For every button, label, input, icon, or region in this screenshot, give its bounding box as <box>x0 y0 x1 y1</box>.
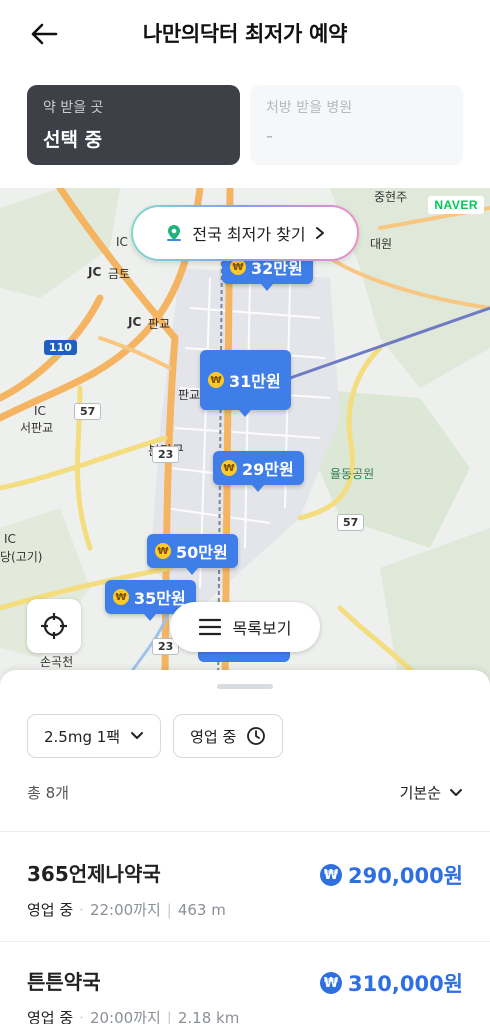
won-coin-icon: ₩ <box>208 372 224 388</box>
filter-chips: 2.5mg 1팩 영업 중 <box>27 714 284 758</box>
map-label-songokcheon: 손곡천 <box>40 655 74 669</box>
price-pin-label: 31만원 <box>229 372 281 391</box>
pickup-label: 약 받을 곳 <box>43 100 104 116</box>
sort-label: 기본순 <box>399 784 441 802</box>
hospital-label: 처방 받을 병원 <box>266 100 353 116</box>
ic-marker-2: IC <box>34 404 46 418</box>
jc-marker-2: JC <box>128 315 142 329</box>
pharmacy-status: 영업 중 <box>27 1009 74 1024</box>
pharmacy-price-value: 290,000원 <box>348 864 463 888</box>
meta-separator: | <box>166 1008 172 1024</box>
sheet-drag-handle[interactable] <box>217 684 273 689</box>
list-view-label: 목록보기 <box>232 619 292 638</box>
pharmacy-price: ₩ 290,000원 <box>320 860 463 890</box>
divider <box>0 831 490 832</box>
pharmacy-price-value: 310,000원 <box>348 972 463 996</box>
page-title: 나만의닥터 최저가 예약 <box>142 22 348 46</box>
chevron-right-icon <box>315 227 324 239</box>
road-badge-57-east: 57 <box>337 514 365 531</box>
price-pin[interactable]: ₩ 31만원 <box>200 350 291 417</box>
app-screen: 나만의닥터 최저가 예약 약 받을 곳 선택 중 처방 받을 병원 - NAVE… <box>0 0 490 1024</box>
won-coin-icon: ₩ <box>155 543 171 559</box>
won-coin-icon: ₩ <box>113 589 129 605</box>
location-selectors: 약 받을 곳 선택 중 처방 받을 병원 - <box>27 85 463 165</box>
won-icon: ₩ <box>320 864 343 886</box>
pharmacy-meta: 영업 중 · 22:00까지 | 463 m <box>27 899 463 920</box>
map-label-pangyo: 판교 <box>148 317 171 331</box>
road-badge-110: 110 <box>44 340 77 355</box>
pharmacy-hours: 20:00까지 <box>89 1009 161 1024</box>
dosage-filter-label: 2.5mg 1팩 <box>44 727 121 746</box>
price-pin-label: 29만원 <box>242 460 294 479</box>
pharmacy-list-item[interactable]: 365언제나약국 영업 중 · 22:00까지 | 463 m ₩ 290,00… <box>27 858 463 920</box>
crosshair-icon <box>41 613 67 639</box>
map-label-seopangyo: 서판교 <box>20 421 54 435</box>
pharmacy-distance: 2.18 km <box>177 1008 240 1024</box>
current-location-button[interactable] <box>27 599 81 653</box>
map-label-geumto: 금토 <box>108 267 131 281</box>
naver-logo: NAVER <box>428 196 484 214</box>
map-label-daewon: 대원 <box>370 237 393 251</box>
divider <box>0 941 490 942</box>
ic-marker: IC <box>116 235 128 249</box>
meta-separator: · <box>79 900 84 919</box>
back-button[interactable] <box>26 16 62 52</box>
prescription-hospital-card[interactable]: 처방 받을 병원 - <box>250 85 463 165</box>
map-view[interactable]: NAVER IC JC 금토 JC 판교 판교 IC 서판교 분당구 율동공원 … <box>0 188 490 688</box>
pharmacy-distance: 463 m <box>177 900 226 919</box>
result-count: 총 8개 <box>27 784 69 802</box>
pickup-location-card[interactable]: 약 받을 곳 선택 중 <box>27 85 240 165</box>
header: 나만의닥터 최저가 예약 <box>0 0 490 66</box>
arrow-left-icon <box>31 23 58 45</box>
map-label-junghyeon: 중현주 <box>374 190 408 204</box>
meta-separator: | <box>166 900 172 919</box>
map-pin-icon <box>167 225 182 241</box>
sort-dropdown[interactable]: 기본순 <box>400 782 463 803</box>
won-coin-icon: ₩ <box>221 460 237 476</box>
search-nationwide-button[interactable]: 전국 최저가 찾기 <box>131 205 359 261</box>
dosage-filter-dropdown[interactable]: 2.5mg 1팩 <box>27 714 162 758</box>
search-nationwide-inner: 전국 최저가 찾기 <box>133 207 357 259</box>
meta-separator: · <box>79 1008 84 1024</box>
search-nationwide-label: 전국 최저가 찾기 <box>192 225 306 244</box>
ic-marker-3: IC <box>4 532 16 546</box>
map-label-dang-gogi: 당(고기) <box>0 550 43 564</box>
result-summary: 총 8개 기본순 <box>27 782 463 803</box>
list-view-button[interactable]: 목록보기 <box>170 602 320 652</box>
pharmacy-list-item[interactable]: 튼튼약국 영업 중 · 20:00까지 | 2.18 km ₩ 310,000원 <box>27 966 463 1024</box>
open-now-filter[interactable]: 영업 중 <box>173 714 284 758</box>
clock-icon <box>247 727 266 745</box>
open-now-label: 영업 중 <box>190 727 237 746</box>
price-pin[interactable]: ₩ 29만원 <box>213 451 304 492</box>
bottom-sheet: 2.5mg 1팩 영업 중 총 8개 기본순 365언제나약국 영업 중 · 2… <box>0 670 490 1024</box>
road-badge-57: 57 <box>74 403 102 420</box>
pharmacy-status: 영업 중 <box>27 901 74 919</box>
jc-marker: JC <box>88 265 102 279</box>
won-coin-icon: ₩ <box>230 259 246 275</box>
price-pin-label: 35만원 <box>134 589 186 608</box>
pharmacy-price: ₩ 310,000원 <box>320 968 463 998</box>
pharmacy-hours: 22:00까지 <box>89 901 161 919</box>
pharmacy-meta: 영업 중 · 20:00까지 | 2.18 km <box>27 1007 463 1024</box>
menu-list-icon <box>198 618 221 636</box>
price-pin[interactable]: ₩ 50만원 <box>147 534 238 575</box>
hospital-value: - <box>266 125 273 147</box>
price-pin-label: 50만원 <box>176 543 228 562</box>
chevron-down-icon <box>450 788 462 796</box>
road-badge-23: 23 <box>152 446 180 463</box>
map-label-pangyo-station: 판교 <box>178 388 201 402</box>
won-icon: ₩ <box>320 972 343 994</box>
chevron-down-icon <box>131 732 144 739</box>
pickup-value: 선택 중 <box>43 129 103 151</box>
map-label-yuldong-park: 율동공원 <box>330 467 375 481</box>
